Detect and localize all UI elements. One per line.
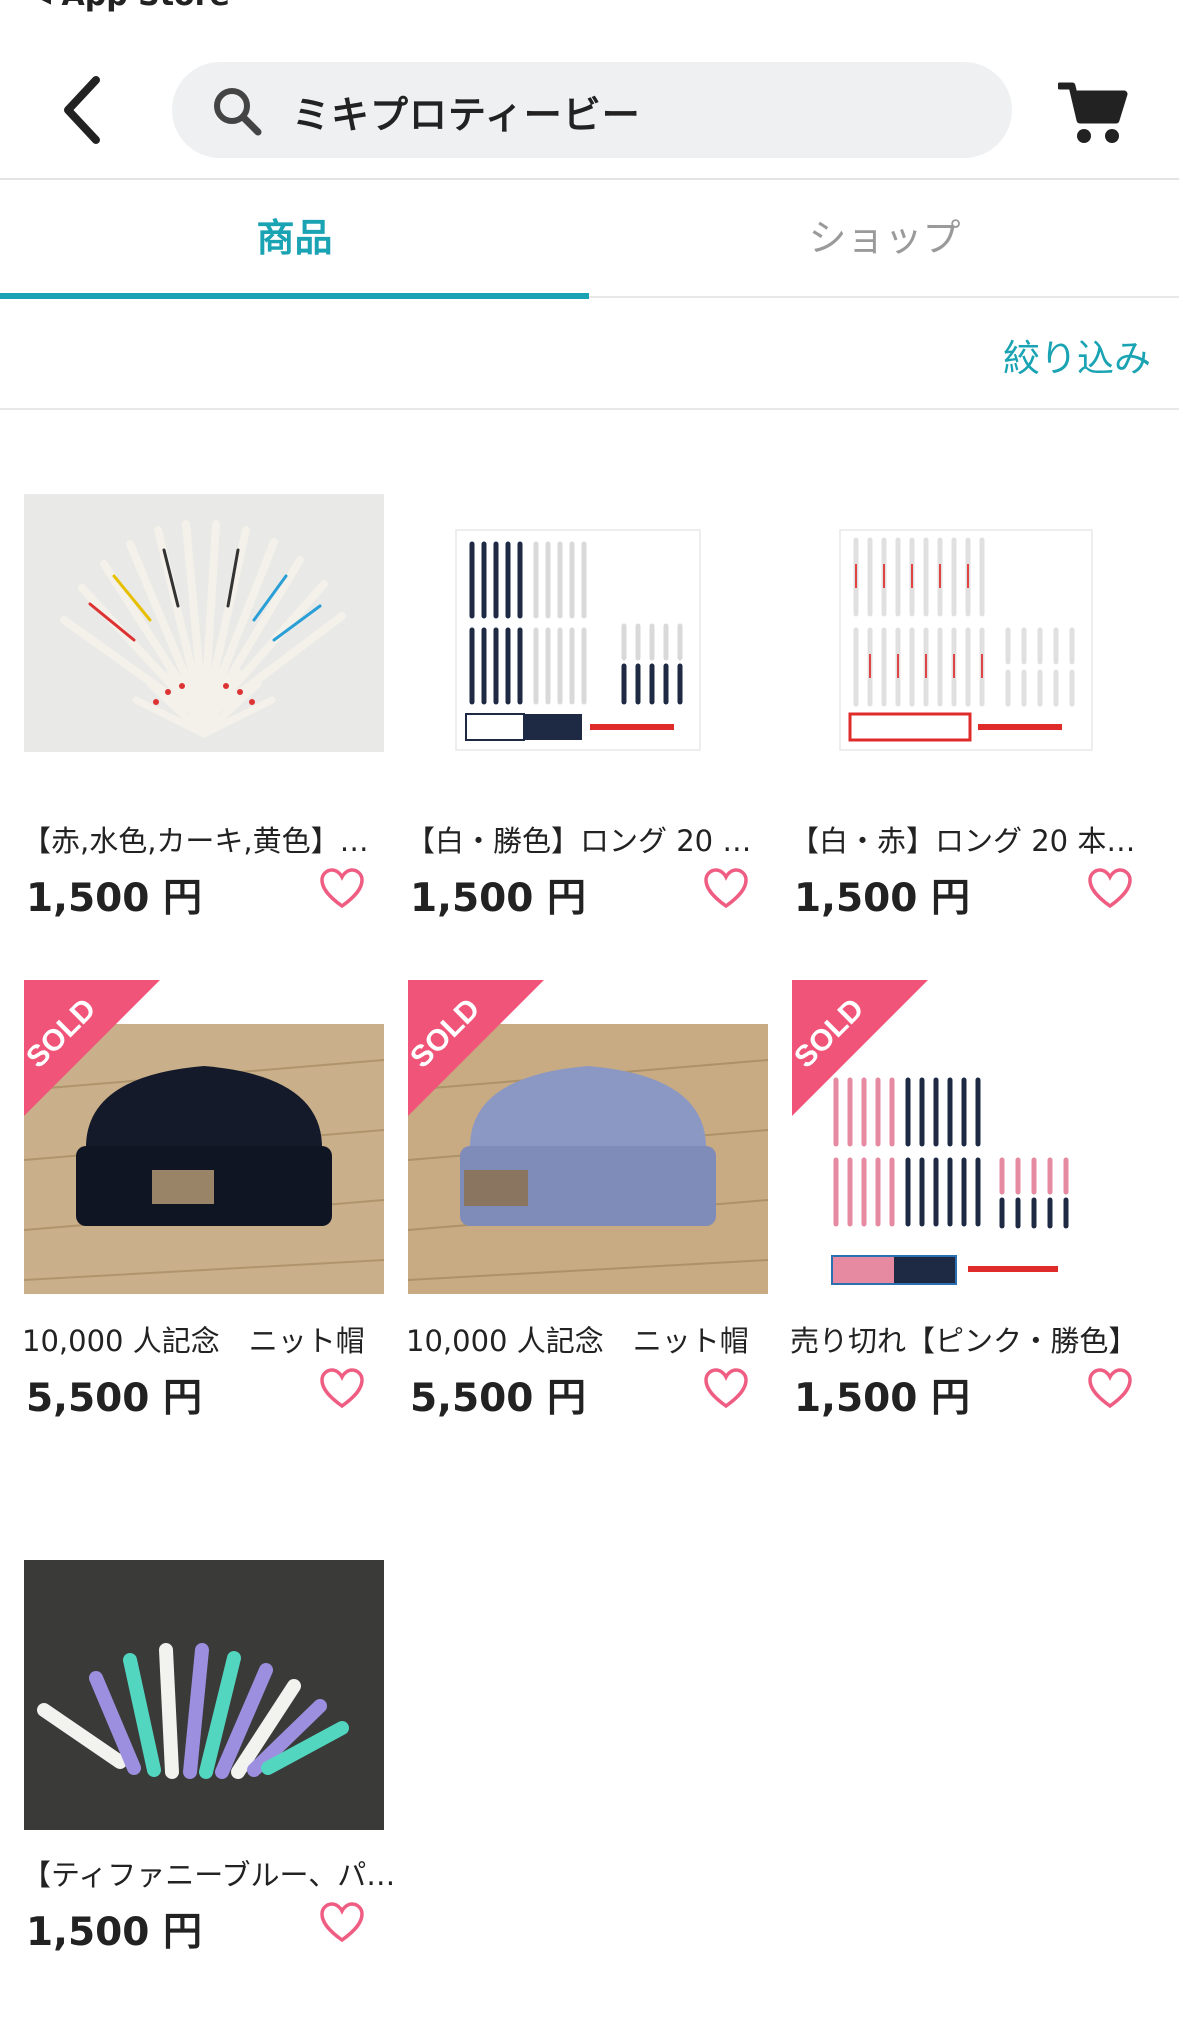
product-card[interactable]: 【白・勝色】ロング 20 本セット 1,500 円 bbox=[406, 480, 780, 960]
heart-icon[interactable] bbox=[318, 1366, 366, 1410]
tab-shops[interactable]: ショップ bbox=[590, 180, 1179, 296]
product-price: 1,500 円 bbox=[794, 876, 970, 921]
heart-icon[interactable] bbox=[318, 1900, 366, 1944]
product-price: 1,500 円 bbox=[26, 876, 202, 921]
sold-ribbon: SOLD bbox=[792, 980, 928, 1116]
sold-ribbon: SOLD bbox=[24, 980, 160, 1116]
product-card[interactable]: SOLD 10,000 人記念 ニット帽 5,500 円 bbox=[22, 980, 384, 1460]
heart-icon[interactable] bbox=[702, 866, 750, 910]
search-input[interactable]: ミキプロティービー bbox=[172, 62, 1012, 158]
golf-tees-fan-image[interactable] bbox=[24, 480, 384, 840]
golf-tees-white-red-image[interactable] bbox=[792, 480, 1152, 840]
filter-button[interactable]: 絞り込み bbox=[1003, 328, 1151, 382]
filter-row: 絞り込み bbox=[0, 298, 1179, 410]
product-title: 【白・赤】ロング 20 本セット bbox=[790, 824, 1164, 858]
product-price: 1,500 円 bbox=[26, 1910, 202, 1955]
product-card[interactable]: SOLD 売り切れ【ピンク・勝色】 1,500 円 bbox=[790, 980, 1152, 1460]
golf-tees-navy-white-image[interactable] bbox=[408, 480, 768, 840]
top-bar: ミキプロティービー bbox=[0, 0, 1179, 180]
product-price: 1,500 円 bbox=[794, 1376, 970, 1421]
golf-tees-pink-navy-image[interactable]: SOLD bbox=[792, 980, 1152, 1340]
back-button[interactable] bbox=[56, 68, 116, 152]
product-price: 1,500 円 bbox=[410, 876, 586, 921]
search-query[interactable]: ミキプロティービー bbox=[292, 84, 641, 139]
cart-button[interactable] bbox=[1056, 80, 1128, 146]
product-card[interactable]: SOLD 10,000 人記念 ニット帽 5,500 円 bbox=[406, 980, 768, 1460]
product-card[interactable]: 【ティファニーブルー、パープル 1,500 円 bbox=[22, 1514, 396, 1994]
product-title: 10,000 人記念 ニット帽 bbox=[22, 1324, 365, 1358]
chevron-left-icon bbox=[64, 76, 100, 144]
heart-icon[interactable] bbox=[702, 1366, 750, 1410]
heart-icon[interactable] bbox=[1086, 866, 1134, 910]
tab-bar: 商品 ショップ bbox=[0, 180, 1179, 299]
cart-icon bbox=[1056, 82, 1128, 143]
black-knit-beanie-image[interactable]: SOLD bbox=[24, 980, 384, 1340]
product-price: 5,500 円 bbox=[26, 1376, 202, 1421]
heart-icon[interactable] bbox=[1086, 1366, 1134, 1410]
tab-products[interactable]: 商品 bbox=[0, 180, 589, 296]
search-icon bbox=[214, 88, 262, 136]
heart-icon[interactable] bbox=[318, 866, 366, 910]
product-title: 【白・勝色】ロング 20 本セット bbox=[406, 824, 780, 858]
product-title: 売り切れ【ピンク・勝色】 bbox=[790, 1324, 1138, 1358]
product-price: 5,500 円 bbox=[410, 1376, 586, 1421]
product-card[interactable]: 【白・赤】ロング 20 本セット 1,500 円 bbox=[790, 480, 1164, 960]
lavender-knit-beanie-image[interactable]: SOLD bbox=[408, 980, 768, 1340]
product-title: 10,000 人記念 ニット帽 bbox=[406, 1324, 749, 1358]
product-title: 【赤,水色,カーキ,黄色】ロング bbox=[22, 824, 396, 858]
golf-tees-teal-purple-image[interactable] bbox=[24, 1514, 384, 1874]
product-title: 【ティファニーブルー、パープル bbox=[22, 1858, 396, 1892]
sold-ribbon: SOLD bbox=[408, 980, 544, 1116]
product-card[interactable]: 【赤,水色,カーキ,黄色】ロング 1,500 円 bbox=[22, 480, 396, 960]
